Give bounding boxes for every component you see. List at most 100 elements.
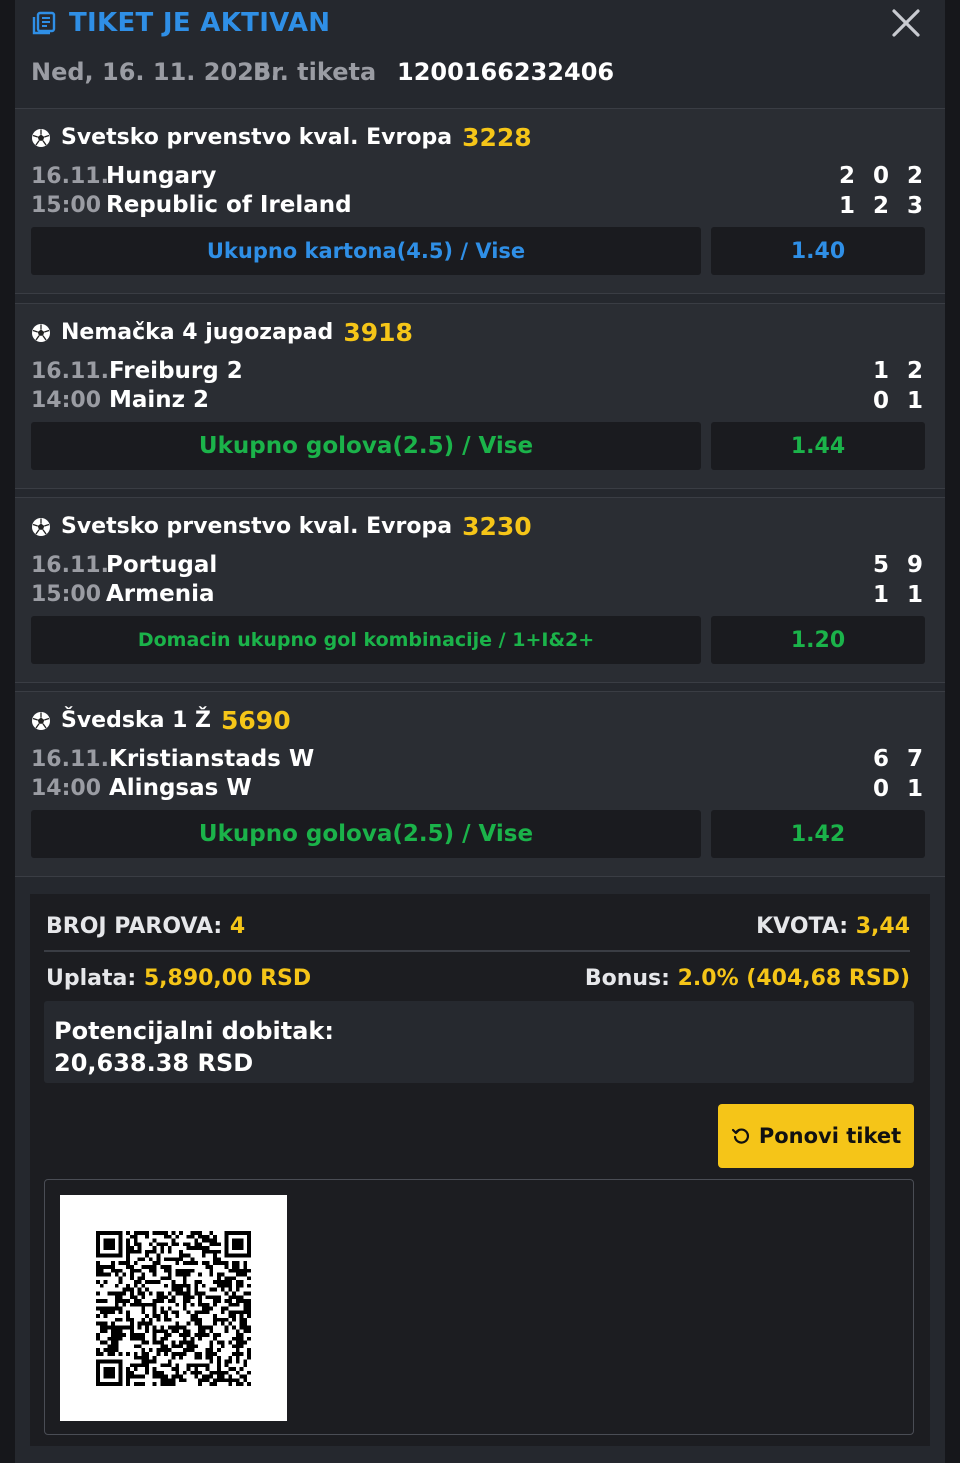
away-scores: 1 1	[871, 582, 925, 608]
match-code: 5690	[221, 706, 291, 735]
ticket-panel: TIKET JE AKTIVAN Ned, 16. 11. 2025. Br. …	[15, 0, 945, 1463]
score: 2	[872, 193, 889, 219]
home-team: Portugal	[106, 552, 218, 578]
match-card: Švedska 1 Ž 5690 16.11. 14:00 Kristianst…	[15, 691, 945, 877]
soccer-ball-icon	[32, 128, 50, 147]
score: 5	[872, 552, 889, 578]
odds-value: 3,44	[855, 914, 910, 939]
repeat-ticket-label: Ponovi tiket	[758, 1124, 902, 1148]
home-scores: 2 0 2	[837, 163, 925, 189]
bonus-value: 2.0% (404,68 RSD)	[677, 966, 910, 991]
home-scores: 1 2	[871, 358, 925, 384]
league-name: Nemačka 4 jugozapad	[61, 320, 334, 345]
home-team: Kristianstads W	[109, 746, 315, 772]
match-date: 16.11.	[31, 359, 109, 384]
qr-code-background	[60, 1195, 287, 1421]
score: 1	[838, 193, 855, 219]
stake: Uplata: 5,890,00 RSD	[46, 966, 311, 991]
league-name: Svetsko prvenstvo kval. Evropa	[61, 514, 453, 539]
score: 2	[838, 163, 855, 189]
potential-win-box: Potencijalni dobitak: 20,638.38 RSD	[44, 1001, 914, 1083]
match-date: 16.11.	[31, 164, 109, 189]
away-scores: 0 1	[871, 776, 925, 802]
score: 2	[906, 163, 923, 189]
score: 2	[906, 358, 923, 384]
soccer-ball-icon	[32, 323, 50, 342]
soccer-ball-icon	[32, 711, 50, 730]
bet-odd: 1.42	[711, 810, 925, 858]
match-card: Svetsko prvenstvo kval. Evropa 3228 16.1…	[15, 108, 945, 294]
bet-pick: Ukupno golova(2.5) / Vise	[31, 810, 701, 858]
bet-odd: 1.40	[711, 227, 925, 275]
bet-pick: Ukupno kartona(4.5) / Vise	[31, 227, 701, 275]
match-league: Svetsko prvenstvo kval. Evropa 3230	[31, 512, 532, 541]
score: 0	[872, 776, 889, 802]
match-time: 15:00	[31, 582, 102, 607]
total-odds: KVOTA: 3,44	[756, 914, 910, 939]
score: 1	[872, 582, 889, 608]
score: 1	[906, 776, 923, 802]
match-code: 3230	[462, 512, 532, 541]
qr-code-icon	[96, 1231, 251, 1386]
bet-odd: 1.20	[711, 616, 925, 664]
match-time: 14:00	[31, 388, 102, 413]
odds-label: KVOTA:	[756, 914, 849, 939]
bet-pick: Domacin ukupno gol kombinacije / 1+I&2+	[31, 616, 701, 664]
soccer-ball-icon	[32, 517, 50, 536]
home-scores: 5 9	[871, 552, 925, 578]
score: 0	[872, 163, 889, 189]
bonus: Bonus: 2.0% (404,68 RSD)	[585, 966, 910, 991]
match-league: Svetsko prvenstvo kval. Evropa 3228	[31, 123, 532, 152]
score: 6	[872, 746, 889, 772]
potential-win-label: Potencijalni dobitak:	[54, 1017, 334, 1045]
score: 9	[906, 552, 923, 578]
away-team: Alingsas W	[109, 775, 252, 801]
pairs-count: BROJ PAROVA: 4	[46, 914, 245, 939]
ticket-number-label: Br. tiketa	[253, 58, 377, 86]
match-card: Nemačka 4 jugozapad 3918 16.11. 14:00 Fr…	[15, 303, 945, 489]
league-name: Svetsko prvenstvo kval. Evropa	[61, 125, 453, 150]
score: 1	[872, 358, 889, 384]
stake-value: 5,890,00 RSD	[143, 966, 312, 991]
pairs-value: 4	[229, 914, 246, 939]
ticket-number: 1200166232406	[397, 58, 615, 86]
match-league: Švedska 1 Ž 5690	[31, 706, 291, 735]
away-scores: 0 1	[871, 388, 925, 414]
bonus-label: Bonus:	[584, 966, 670, 991]
away-team: Republic of Ireland	[106, 192, 352, 218]
summary-divider	[44, 950, 910, 952]
match-code: 3918	[343, 318, 413, 347]
home-team: Hungary	[106, 163, 217, 189]
match-league: Nemačka 4 jugozapad 3918	[31, 318, 413, 347]
ticket-date: Ned, 16. 11. 2025.	[31, 58, 280, 86]
pairs-label: BROJ PAROVA:	[46, 914, 223, 939]
bet-pick: Ukupno golova(2.5) / Vise	[31, 422, 701, 470]
repeat-ticket-button[interactable]: Ponovi tiket	[718, 1104, 914, 1168]
ticket-icon	[32, 11, 56, 35]
match-code: 3228	[462, 123, 532, 152]
potential-win-value: 20,638.38 RSD	[54, 1049, 254, 1077]
match-card: Svetsko prvenstvo kval. Evropa 3230 16.1…	[15, 497, 945, 683]
ticket-status-title: TIKET JE AKTIVAN	[69, 8, 331, 38]
away-team: Mainz 2	[109, 387, 210, 413]
score: 3	[906, 193, 923, 219]
score: 7	[906, 746, 923, 772]
match-time: 14:00	[31, 776, 102, 801]
score: 1	[906, 388, 923, 414]
score: 0	[872, 388, 889, 414]
match-date: 16.11.	[31, 747, 109, 772]
refresh-icon	[731, 1128, 749, 1144]
home-scores: 6 7	[871, 746, 925, 772]
match-time: 15:00	[31, 193, 102, 218]
league-name: Švedska 1 Ž	[61, 708, 212, 733]
ticket-header: TIKET JE AKTIVAN Ned, 16. 11. 2025. Br. …	[15, 0, 945, 108]
close-icon[interactable]	[889, 6, 923, 40]
away-team: Armenia	[106, 581, 215, 607]
match-date: 16.11.	[31, 553, 109, 578]
score: 1	[906, 582, 923, 608]
qr-code-box	[44, 1179, 914, 1435]
home-team: Freiburg 2	[109, 358, 243, 384]
ticket-summary: BROJ PAROVA: 4 KVOTA: 3,44 Uplata: 5,890…	[30, 894, 930, 1446]
stake-label: Uplata:	[46, 966, 137, 991]
bet-odd: 1.44	[711, 422, 925, 470]
